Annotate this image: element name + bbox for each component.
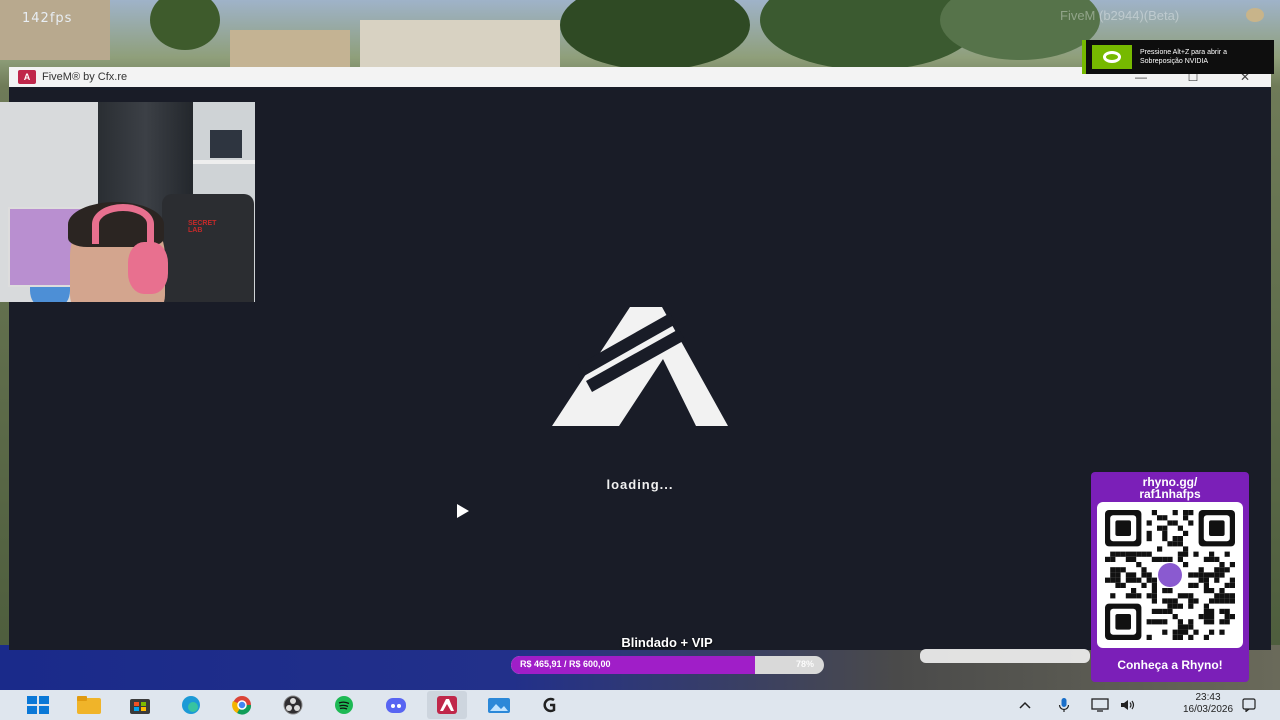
webcam-headset-band [92, 204, 154, 244]
logitech-ghub-icon[interactable] [537, 695, 563, 715]
clock-date: 16/03/2026 [1182, 704, 1234, 715]
monitor-icon[interactable] [1090, 696, 1110, 714]
spotify-icon[interactable] [331, 695, 357, 715]
webcam-shelf [193, 160, 255, 164]
background-streak [920, 649, 1090, 663]
system-clock[interactable]: 23:43 16/03/2026 [1178, 692, 1238, 716]
volume-icon[interactable] [1118, 696, 1138, 714]
webcam-overlay: SECRET LAB [0, 102, 255, 302]
fivem-app-icon: A [18, 70, 36, 84]
background-tree [560, 0, 750, 70]
background-building [230, 30, 350, 70]
background-building [360, 20, 560, 70]
windows-start-icon[interactable] [25, 695, 51, 715]
microphone-icon[interactable] [1055, 696, 1073, 714]
goal-percent: 78% [795, 659, 814, 669]
chrome-icon[interactable] [229, 695, 255, 715]
background-building [0, 0, 110, 60]
mouse-cursor-icon [457, 504, 469, 518]
loading-status: loading... [606, 477, 674, 492]
window-title: FiveM® by Cfx.re [42, 71, 128, 83]
obs-icon[interactable] [280, 695, 306, 715]
nvidia-logo-icon [1092, 45, 1132, 69]
edge-icon[interactable] [178, 695, 204, 715]
qr-code-icon [1097, 502, 1243, 648]
goal-amount: R$ 465,91 / R$ 600,00 [520, 659, 611, 669]
webcam-monitor [210, 130, 242, 158]
nvidia-toast-text: Pressione Alt+Z para abrir a Sobreposiçã… [1140, 49, 1227, 65]
notifications-icon[interactable] [1240, 696, 1258, 714]
version-badge-icon [1246, 8, 1264, 22]
file-explorer-icon[interactable] [76, 695, 102, 715]
chevron-up-icon[interactable] [1016, 696, 1034, 714]
webcam-chair-logo: SECRET LAB [188, 220, 217, 234]
goal-title: Blindado + VIP [621, 635, 713, 650]
nvidia-overlay-toast[interactable]: Pressione Alt+Z para abrir a Sobreposiçã… [1082, 40, 1274, 74]
rhyno-cta: Conheça a Rhyno! [1117, 658, 1223, 672]
photos-icon[interactable] [486, 695, 512, 715]
fps-counter: 142fps [22, 11, 73, 26]
microsoft-store-icon[interactable] [127, 695, 153, 715]
rhyno-promo-widget[interactable]: rhyno.gg/ raf1nhafps Conheça a Rhyno! [1091, 472, 1249, 682]
clock-time: 23:43 [1195, 692, 1221, 703]
goal-progress-bar: R$ 465,91 / R$ 600,00 78% [511, 656, 824, 674]
fivem-logo-icon [552, 307, 728, 427]
game-version-label: FiveM (b2944)(Beta) [1060, 8, 1180, 23]
webcam-headset [128, 242, 168, 294]
background-tree [150, 0, 220, 50]
discord-icon[interactable] [383, 695, 409, 715]
fivem-icon[interactable] [434, 695, 460, 715]
rhyno-url: rhyno.gg/ raf1nhafps [1139, 475, 1201, 501]
webcam-gaming-chair [162, 194, 254, 302]
